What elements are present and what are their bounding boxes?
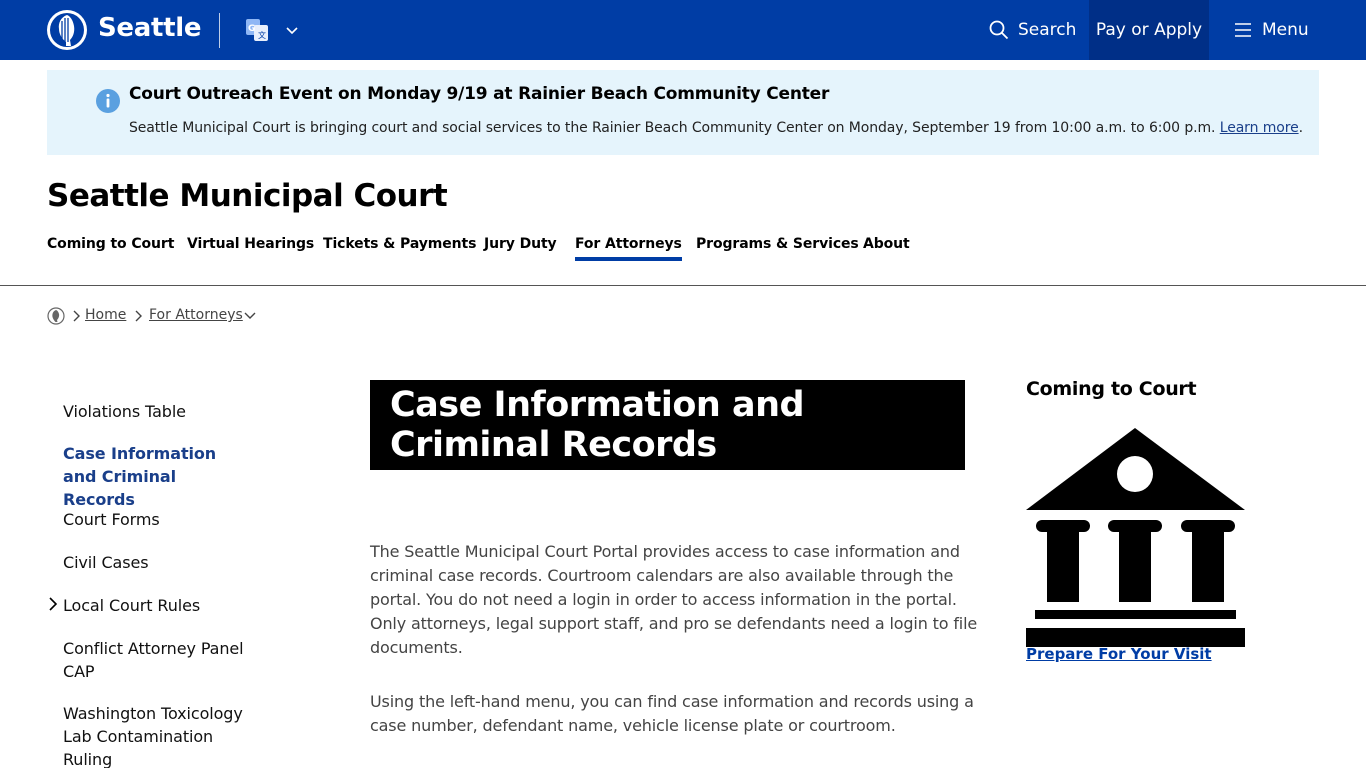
sidebar-item-conflict-attorney-panel[interactable]: Conflict Attorney Panel CAP — [63, 637, 248, 683]
courthouse-icon[interactable] — [1026, 428, 1245, 647]
page-title-box: Case Information and Criminal Records — [370, 380, 965, 470]
brand-name[interactable]: Seattle — [98, 13, 202, 43]
nav-item-virtual-hearings[interactable]: Virtual Hearings — [187, 236, 314, 252]
learn-more-link[interactable]: Learn more — [1220, 120, 1299, 136]
breadcrumb-for-attorneys[interactable]: For Attorneys — [149, 307, 243, 323]
top-bar: Seattle G 文 Search Pay or Apply Menu — [0, 0, 1366, 60]
seattle-seal-icon[interactable] — [47, 307, 65, 325]
sidebar-item-violations-table[interactable]: Violations Table — [63, 400, 263, 423]
nav-item-tickets-payments[interactable]: Tickets & Payments — [323, 236, 476, 252]
search-button[interactable]: Search — [989, 0, 1076, 60]
nav-divider — [0, 285, 1366, 286]
sidebar-title: Coming to Court — [1026, 378, 1197, 400]
alert-body-text: Seattle Municipal Court is bringing cour… — [129, 120, 1216, 136]
seattle-seal-logo[interactable] — [46, 9, 88, 51]
info-icon — [96, 89, 120, 113]
svg-text:文: 文 — [258, 30, 266, 40]
nav-item-programs-services[interactable]: Programs & Services — [696, 236, 859, 252]
page-title: Case Information and Criminal Records — [390, 385, 805, 465]
search-icon — [989, 20, 1009, 40]
nav-item-about[interactable]: About — [863, 236, 910, 252]
menu-label: Menu — [1262, 20, 1309, 40]
chevron-right-icon — [73, 310, 80, 322]
sidebar-item-local-court-rules[interactable]: Local Court Rules — [63, 594, 263, 617]
nav-item-jury-duty[interactable]: Jury Duty — [484, 236, 557, 252]
chevron-right-icon — [135, 310, 142, 322]
hamburger-icon — [1235, 23, 1251, 37]
translate-icon[interactable]: G 文 — [245, 18, 269, 42]
nav-item-coming-to-court[interactable]: Coming to Court — [47, 236, 174, 252]
alert-trailing: . — [1298, 120, 1303, 136]
sidebar-item-case-information[interactable]: Case Information and Criminal Records — [63, 442, 253, 511]
chevron-down-icon[interactable] — [243, 309, 257, 323]
intro-paragraph: The Seattle Municipal Court Portal provi… — [370, 542, 978, 657]
pay-or-apply-button[interactable]: Pay or Apply — [1089, 0, 1209, 60]
header-divider — [219, 13, 220, 48]
alert-title: Court Outreach Event on Monday 9/19 at R… — [129, 84, 830, 104]
search-label: Search — [1018, 20, 1077, 40]
sidebar-item-court-forms[interactable]: Court Forms — [63, 508, 263, 531]
prepare-for-visit-link[interactable]: Prepare For Your Visit — [1026, 645, 1212, 663]
site-title[interactable]: Seattle Municipal Court — [47, 178, 448, 214]
alert-banner: Court Outreach Event on Monday 9/19 at R… — [47, 70, 1319, 155]
menu-button[interactable]: Menu — [1234, 0, 1309, 60]
breadcrumb-home[interactable]: Home — [85, 307, 126, 323]
sidebar-item-washington-toxicology[interactable]: Washington Toxicology Lab Contamination … — [63, 702, 248, 768]
instructions-paragraph: Using the left-hand menu, you can find c… — [370, 692, 974, 735]
nav-item-for-attorneys[interactable]: For Attorneys — [575, 236, 682, 261]
sidebar-item-civil-cases[interactable]: Civil Cases — [63, 551, 263, 574]
alert-body: Seattle Municipal Court is bringing cour… — [129, 120, 1303, 136]
chevron-down-icon[interactable] — [284, 22, 300, 38]
chevron-right-icon[interactable] — [47, 597, 59, 611]
svg-text:G: G — [248, 24, 255, 34]
